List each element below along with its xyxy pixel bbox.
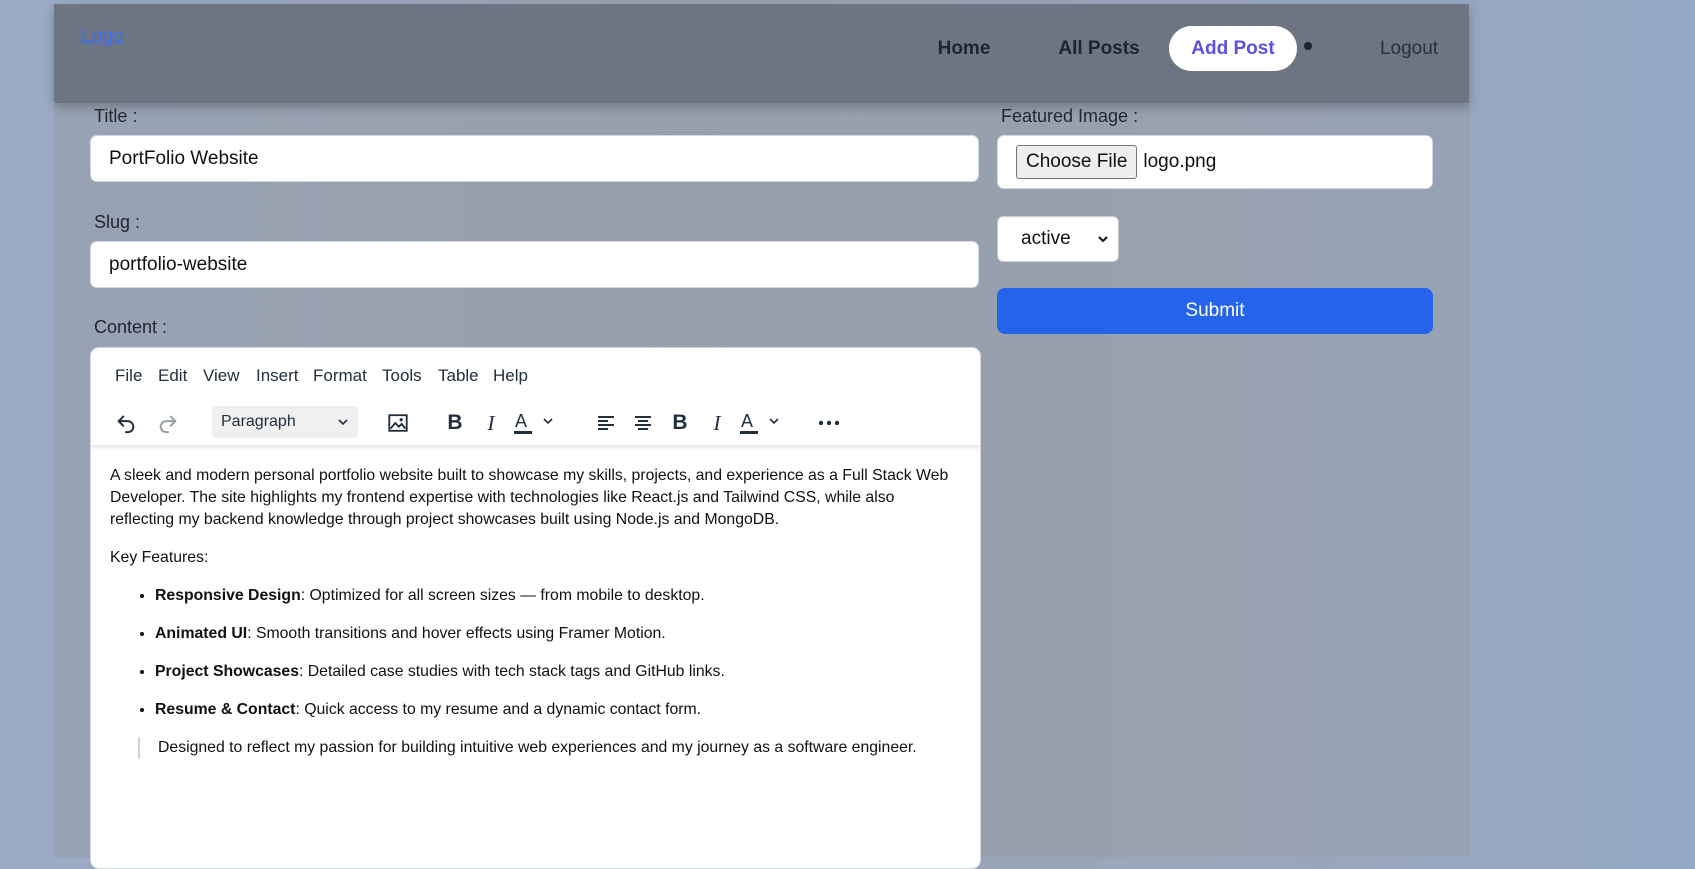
bold-icon[interactable]: B [440, 406, 470, 440]
block-format-value: Paragraph [221, 413, 296, 430]
nav-all-posts[interactable]: All Posts [1044, 26, 1154, 71]
menu-help[interactable]: Help [493, 366, 528, 386]
feature-text: : Detailed case studies with tech stack … [299, 663, 725, 680]
title-input[interactable]: PortFolio Website [90, 135, 979, 182]
text-color-icon-2[interactable]: A [737, 406, 789, 440]
featured-image-input[interactable]: Choose File logo.png [997, 135, 1433, 189]
features-heading: Key Features: [110, 549, 209, 566]
slug-input-value: portfolio-website [109, 253, 248, 275]
redo-icon[interactable] [151, 406, 185, 440]
align-center-icon[interactable] [628, 406, 658, 440]
bold-icon-2[interactable]: B [665, 406, 695, 440]
svg-text:A: A [741, 411, 753, 431]
more-icon[interactable] [811, 406, 847, 440]
feature-title: Animated UI [155, 625, 248, 642]
editor-menubar: File Edit View Insert Format Tools Table… [91, 348, 980, 400]
feature-title: Responsive Design [155, 587, 301, 604]
image-icon[interactable] [381, 406, 415, 440]
list-item: Animated UI: Smooth transitions and hove… [155, 623, 960, 645]
list-item: Resume & Contact: Quick access to my res… [155, 699, 960, 721]
svg-text:A: A [515, 411, 527, 431]
nav-home[interactable]: Home [914, 26, 1014, 71]
status-select[interactable]: active [997, 216, 1119, 262]
content-label: Content : [94, 317, 168, 337]
slug-label: Slug : [94, 212, 141, 232]
logo-link[interactable]: Logo [81, 26, 123, 48]
chevron-down-icon [1098, 236, 1108, 243]
chevron-down-icon [338, 419, 348, 426]
list-item: Project Showcases: Detailed case studies… [155, 661, 960, 683]
menu-tools[interactable]: Tools [382, 366, 422, 386]
slug-input[interactable]: portfolio-website [90, 241, 979, 288]
choose-file-button[interactable]: Choose File [1016, 145, 1138, 179]
navbar: Logo Home All Posts Add Post Logout [54, 4, 1469, 103]
status-select-value: active [1021, 228, 1071, 249]
block-format-select[interactable]: Paragraph [212, 406, 358, 438]
italic-icon-2[interactable]: I [702, 406, 732, 440]
feature-text: : Optimized for all screen sizes — from … [300, 587, 705, 604]
submit-button[interactable]: Submit [997, 288, 1433, 334]
file-name: logo.png [1143, 151, 1217, 172]
align-left-icon[interactable] [591, 406, 621, 440]
menu-insert[interactable]: Insert [256, 366, 299, 386]
feature-text: : Quick access to my resume and a dynami… [295, 701, 702, 718]
logout-button[interactable]: Logout [1354, 26, 1464, 71]
toolbar-divider [91, 445, 980, 451]
feature-text: : Smooth transitions and hover effects u… [247, 625, 666, 642]
feature-title: Project Showcases [155, 663, 299, 680]
list-item: Responsive Design: Optimized for all scr… [155, 585, 960, 607]
menu-format[interactable]: Format [313, 366, 367, 386]
intro-paragraph: A sleek and modern personal portfolio we… [110, 467, 949, 528]
title-input-value: PortFolio Website [109, 147, 259, 169]
text-color-icon[interactable]: A [511, 406, 563, 440]
title-label: Title : [94, 106, 138, 126]
features-list: Responsive Design: Optimized for all scr… [110, 585, 960, 721]
italic-icon[interactable]: I [476, 406, 506, 440]
menu-table[interactable]: Table [438, 366, 479, 386]
blockquote: Designed to reflect my passion for build… [138, 737, 960, 759]
feature-title: Resume & Contact [155, 701, 296, 718]
menu-edit[interactable]: Edit [158, 366, 187, 386]
editor-content[interactable]: A sleek and modern personal portfolio we… [110, 465, 960, 759]
menu-view[interactable]: View [203, 366, 240, 386]
nav-add-post[interactable]: Add Post [1169, 26, 1297, 71]
menu-file[interactable]: File [115, 366, 142, 386]
nav-dot [1304, 42, 1312, 50]
featured-image-label: Featured Image : [1001, 106, 1139, 126]
undo-icon[interactable] [109, 406, 143, 440]
rich-text-editor: File Edit View Insert Format Tools Table… [90, 347, 981, 869]
